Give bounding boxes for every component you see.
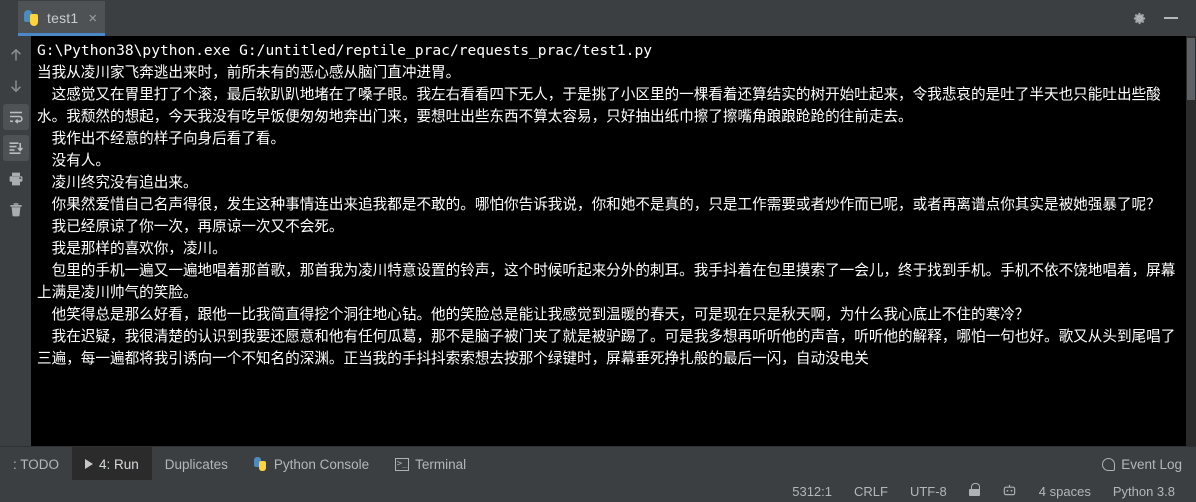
editor-tab-bar: test1 × xyxy=(0,0,1196,37)
tool-window-bar: : TODO 4: Run Duplicates Python Console … xyxy=(0,446,1196,481)
inspection-icon[interactable] xyxy=(991,483,1028,500)
console-line: 我作出不经意的样子向身后看了看。 xyxy=(37,130,286,147)
tool-tab-label: : TODO xyxy=(13,456,60,472)
tool-tab-run[interactable]: 4: Run xyxy=(72,447,152,481)
tool-tab-duplicates[interactable]: Duplicates xyxy=(152,447,241,481)
line-separator[interactable]: CRLF xyxy=(843,484,899,499)
python-interpreter[interactable]: Python 3.8 xyxy=(1102,484,1186,499)
tool-tab-label: Python Console xyxy=(273,456,370,472)
console-line: 这感觉又在胃里打了个滚，最后软趴趴地堵在了嗓子眼。我左右看看四下无人，于是挑了小… xyxy=(37,86,1161,125)
print-icon[interactable] xyxy=(3,166,29,192)
editor-tab-label: test1 xyxy=(47,10,79,26)
console-line: 凌川终究没有追出来。 xyxy=(37,174,198,191)
tool-tab-python-console[interactable]: Python Console xyxy=(241,447,382,481)
python-icon xyxy=(253,457,268,471)
terminal-icon: >_ xyxy=(395,457,410,471)
caret-position[interactable]: 5312:1 xyxy=(781,484,843,499)
event-log-label: Event Log xyxy=(1121,456,1182,472)
indent-setting[interactable]: 4 spaces xyxy=(1028,484,1102,499)
console-scrollbar-thumb[interactable] xyxy=(1187,38,1195,100)
gear-icon[interactable] xyxy=(1130,9,1148,27)
console-line: 他笑得总是那么好看，跟他一比我简直得挖个洞往地心钻。他的笑脸总是能让我感觉到温暖… xyxy=(37,306,1030,323)
console-command-line: G:\Python38\python.exe G:/untitled/repti… xyxy=(37,42,653,59)
soft-wrap-icon[interactable] xyxy=(2,104,29,130)
event-log-icon xyxy=(1102,457,1116,471)
titlebar-actions xyxy=(1130,9,1196,27)
run-console-output[interactable]: G:\Python38\python.exe G:/untitled/repti… xyxy=(31,36,1196,446)
file-encoding[interactable]: UTF-8 xyxy=(899,484,958,499)
console-line: 包里的手机一遍又一遍地唱着那首歌，那首我为凌川特意设置的铃声，这个时候听起来分外… xyxy=(37,262,1176,301)
console-line: 你果然爱惜自己名声得很，发生这种事情连出来追我都是不敢的。哪怕你告诉我说，你和她… xyxy=(37,196,1161,213)
close-icon[interactable]: × xyxy=(88,11,97,26)
editor-tab-test1[interactable]: test1 × xyxy=(18,0,106,36)
console-left-toolbar xyxy=(0,36,31,446)
console-line: 没有人。 xyxy=(37,152,110,169)
console-line: 我是那样的喜欢你，凌川。 xyxy=(37,240,227,257)
trash-icon[interactable] xyxy=(3,197,29,223)
pycharm-window: test1 × G:\Python38\python.exe G:/untitl… xyxy=(0,0,1196,502)
tool-tab-todo[interactable]: : TODO xyxy=(0,447,72,481)
minimize-icon[interactable] xyxy=(1162,9,1180,27)
console-line: 我在迟疑，我很清楚的认识到我要还愿意和他有任何瓜葛，那不是脑子被门夹了就是被驴踢… xyxy=(37,328,1176,367)
event-log-button[interactable]: Event Log xyxy=(1102,447,1196,481)
tool-tab-terminal[interactable]: >_ Terminal xyxy=(382,447,479,481)
play-icon xyxy=(85,459,94,469)
status-bar: 5312:1 CRLF UTF-8 4 spaces Python 3.8 xyxy=(0,480,1196,502)
console-line: 我已经原谅了你一次，再原谅一次又不会死。 xyxy=(37,218,344,235)
console-text-body: G:\Python38\python.exe G:/untitled/repti… xyxy=(31,36,1190,370)
tool-tab-label: Duplicates xyxy=(164,456,228,472)
tool-tab-label: Terminal xyxy=(415,456,467,472)
console-line: 当我从凌川家飞奔逃出来时，前所未有的恶心感从脑门直冲进胃。 xyxy=(37,64,461,81)
unlocked-icon[interactable] xyxy=(958,483,991,499)
down-arrow-icon[interactable] xyxy=(3,73,29,99)
tool-tab-label: 4: Run xyxy=(99,456,139,472)
python-file-icon xyxy=(24,9,41,27)
scroll-to-end-icon[interactable] xyxy=(2,135,29,161)
up-arrow-icon[interactable] xyxy=(3,42,29,68)
